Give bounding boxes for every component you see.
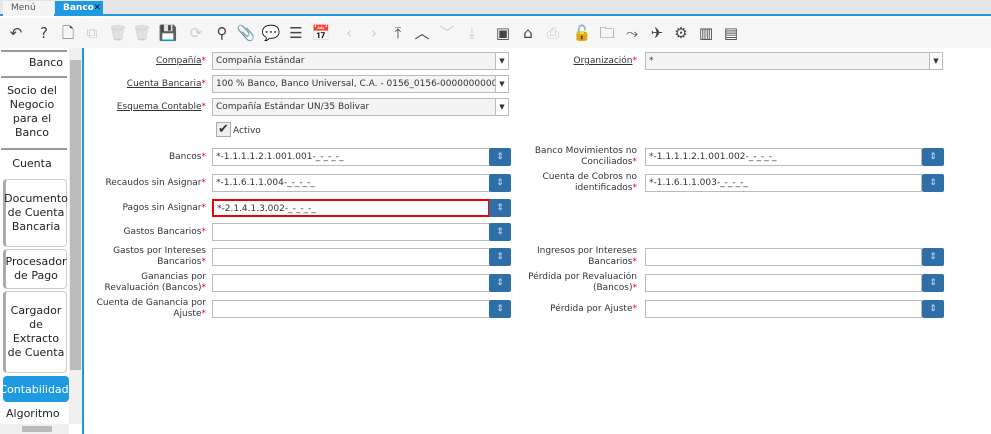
pagos-sin-asignar-input[interactable]: *-2.1.4.1.3.002-_-_-_-_ <box>212 199 490 217</box>
parent-record-icon[interactable]: ︿ <box>412 23 432 43</box>
sidebar-item-procesador[interactable]: Procesador de Pago <box>3 249 67 289</box>
gastos-por-intereses-bancarios-label: Gastos por Intereses Bancarios* <box>113 246 206 267</box>
delete-icon[interactable]: 🗑 <box>108 23 128 43</box>
undo-icon[interactable]: ↶ <box>6 23 26 43</box>
active-checkbox[interactable]: ✔ <box>216 122 231 137</box>
sidebar: Banco Socio del Negocio para el Banco Cu… <box>0 48 84 434</box>
barcode-search-icon[interactable]: ▥ <box>696 23 716 43</box>
sidebar-horizontal-scrollbar[interactable] <box>0 424 69 434</box>
account-combination-icon[interactable]: ⇕ <box>489 174 511 192</box>
new-record-icon[interactable]: 🗋 <box>58 23 78 43</box>
account-combination-icon[interactable]: ⇕ <box>922 274 944 292</box>
account-combination-icon[interactable]: ⇕ <box>489 148 511 166</box>
company-select[interactable]: Compañía Estándar ▼ <box>212 52 509 70</box>
report-icon[interactable]: ▣ <box>493 23 513 43</box>
sidebar-item-cargador[interactable]: Cargador de Extracto de Cuenta <box>3 291 67 373</box>
ingresos-por-intereses-bancarios-label: Ingresos por Intereses Bancarios* <box>536 246 637 267</box>
bancos-input[interactable]: *-1.1.1.1.2.1.001.001-_-_-_-_ <box>212 148 490 166</box>
cuenta-de-ganancia-por-ajuste-input[interactable] <box>212 300 490 318</box>
organization-select[interactable]: * ▼ <box>645 52 943 70</box>
sidebar-item-documento[interactable]: Documento de Cuenta Bancaria <box>3 179 68 247</box>
ganancias-por-revaluacion-bancos-input[interactable] <box>212 274 490 292</box>
perdida-por-revaluacion-bancos-input[interactable] <box>645 274 922 292</box>
company-label: Compañía* <box>155 56 206 66</box>
organization-label: Organización* <box>573 56 637 66</box>
refresh-icon[interactable]: ⟳ <box>186 23 206 43</box>
account-combination-icon[interactable]: ⇕ <box>489 248 511 266</box>
next-icon[interactable]: › <box>364 23 384 43</box>
product-info-icon[interactable]: ▤ <box>721 23 741 43</box>
perdida-por-ajuste-input[interactable] <box>645 300 922 318</box>
account-combination-icon[interactable]: ⇕ <box>489 300 511 318</box>
previous-icon[interactable]: ‹ <box>339 23 359 43</box>
bank-account-select[interactable]: 100 % Banco, Banco Universal, C.A. - 015… <box>212 75 509 93</box>
account-combination-icon[interactable]: ⇕ <box>489 274 511 292</box>
detail-record-icon[interactable]: ﹀ <box>437 23 457 43</box>
perdida-por-revaluacion-bancos-label: Pérdida por Revaluación (Bancos)* <box>528 272 637 293</box>
process-gear-icon[interactable]: ⚙ <box>671 23 691 43</box>
cuenta-de-cobros-no-identificados-input[interactable]: *-1.1.6.1.1.003-_-_-_-_ <box>645 174 922 192</box>
account-combination-icon[interactable]: ⇕ <box>922 148 944 166</box>
gastos-por-intereses-bancarios-input[interactable] <box>212 248 490 266</box>
recaudos-sin-asignar-label: Recaudos sin Asignar* <box>105 178 206 188</box>
scroll-thumb[interactable] <box>70 60 81 370</box>
help-icon[interactable]: ? <box>34 23 54 43</box>
copy-icon[interactable]: ⧉ <box>82 23 102 43</box>
ingresos-por-intereses-bancarios-input[interactable] <box>645 248 922 266</box>
chevron-down-icon[interactable]: ▼ <box>495 99 508 115</box>
account-combination-icon[interactable]: ⇕ <box>489 223 511 241</box>
recaudos-sin-asignar-input[interactable]: *-1.1.6.1.1.004-_-_-_-_ <box>212 174 490 192</box>
bancos-label: Bancos* <box>168 152 206 162</box>
send-icon[interactable]: ✈ <box>647 23 667 43</box>
ganancias-por-revaluacion-bancos-label: Ganancias por Revaluación (Bancos)* <box>104 272 206 293</box>
toolbar: ↶? 🗋 ⧉ 🗑 🗑 💾 ⟳ ⚲ 📎 💬 ☰ 📅 ‹ › ⤒ ︿ ﹀ ⤓ ▣ ⌂ ⎙ 🔓 🗀 ⤳ ✈ ⚙ ▥ ▤ <box>0 18 991 48</box>
sidebar-item-socio[interactable]: Socio del Negocio para el Banco <box>1 76 67 146</box>
workflow-icon[interactable]: ⤳ <box>622 23 642 43</box>
archive-icon[interactable]: ⌂ <box>518 23 538 43</box>
banco-movimientos-no-conciliados-label: Banco Movimientos no Conciliados* <box>534 146 637 167</box>
delete-selection-icon[interactable]: 🗑 <box>132 23 152 43</box>
perdida-por-ajuste-label: Pérdida por Ajuste* <box>550 304 637 314</box>
calendar-icon[interactable]: 📅 <box>311 23 331 43</box>
cuenta-de-cobros-no-identificados-label: Cuenta de Cobros no identificados* <box>542 172 637 193</box>
gastos-bancarios-input[interactable] <box>212 223 490 241</box>
lock-icon[interactable]: 🔓 <box>572 23 592 43</box>
account-combination-icon[interactable]: ⇕ <box>922 248 944 266</box>
schema-label: Esquema Contable* <box>116 102 206 112</box>
pagos-sin-asignar-label: Pagos sin Asignar* <box>122 203 206 213</box>
chat-icon[interactable]: 💬 <box>261 23 281 43</box>
attachment-icon[interactable]: 📎 <box>236 23 256 43</box>
sidebar-item-cuenta[interactable]: Cuenta <box>1 148 67 178</box>
tab-label: Banco <box>63 3 94 13</box>
chevron-down-icon[interactable]: ▼ <box>929 53 942 69</box>
chevron-down-icon[interactable]: ▼ <box>495 76 508 92</box>
search-icon[interactable]: ⚲ <box>212 23 232 43</box>
window-tabbar: Menú (9) Banco✕ <box>0 0 991 28</box>
bank-account-label: Cuenta Bancaria* <box>126 79 206 89</box>
banco-movimientos-no-conciliados-input[interactable]: *-1.1.1.1.2.1.001.002-_-_-_-_ <box>645 148 922 166</box>
sidebar-item-contabilidad[interactable]: Contabilidad <box>0 376 69 402</box>
zoom-across-icon[interactable]: 🗀 <box>597 23 617 43</box>
sidebar-item-algoritmo[interactable]: Algoritmo <box>1 404 67 424</box>
cuenta-de-ganancia-por-ajuste-label: Cuenta de Ganancia por Ajuste* <box>96 298 206 319</box>
last-record-icon[interactable]: ⤓ <box>462 23 482 43</box>
grid-toggle-icon[interactable]: ☰ <box>286 23 306 43</box>
account-combination-icon[interactable]: ⇕ <box>489 199 511 217</box>
first-record-icon[interactable]: ⤒ <box>388 23 408 43</box>
account-combination-icon[interactable]: ⇕ <box>922 300 944 318</box>
print-icon[interactable]: ⎙ <box>543 23 563 43</box>
sidebar-vertical-scrollbar[interactable] <box>69 48 82 424</box>
sidebar-item-banco[interactable]: Banco <box>1 50 67 74</box>
close-icon[interactable]: ✕ <box>93 1 101 16</box>
account-combination-icon[interactable]: ⇕ <box>922 174 944 192</box>
active-label: Activo <box>233 126 261 136</box>
scroll-thumb[interactable] <box>22 426 52 432</box>
gastos-bancarios-label: Gastos Bancarios* <box>123 227 206 237</box>
tab-menu[interactable]: Menú (9) <box>3 1 54 28</box>
chevron-down-icon[interactable]: ▼ <box>495 53 508 69</box>
schema-select[interactable]: Compañía Estándar UN/35 Bolivar ▼ <box>212 98 509 116</box>
tab-banco[interactable]: Banco ✕ <box>55 1 103 16</box>
save-icon[interactable]: 💾 <box>158 23 178 43</box>
